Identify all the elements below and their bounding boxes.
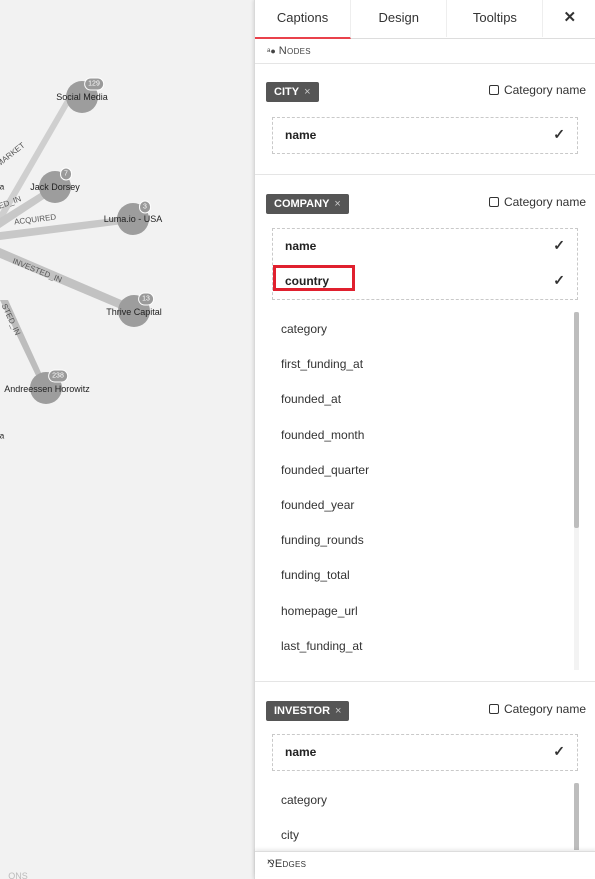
category-badge-label: INVESTOR <box>274 705 331 717</box>
node-badge: 129 <box>84 77 104 91</box>
selected-properties-box[interactable]: name ✓ country ✓ <box>272 228 578 300</box>
property-label: name <box>285 745 317 759</box>
node-label: Social Media <box>56 92 108 102</box>
scrollbar[interactable] <box>574 312 579 670</box>
category-city: CITY × Category name name ✓ <box>255 63 595 175</box>
graph-canvas[interactable]: 129 Social Media 7 Jack Dorsey 3 Luma.io… <box>0 0 255 879</box>
selected-properties-box[interactable]: name ✓ <box>272 734 578 771</box>
scrollbar[interactable] <box>574 783 579 850</box>
scrollbar-thumb[interactable] <box>574 783 579 850</box>
selected-property[interactable]: name ✓ <box>273 735 577 770</box>
edges-section-header[interactable]: ⅋Edges <box>255 851 595 876</box>
node-badge: 7 <box>60 167 72 181</box>
category-name-label: Category name <box>503 702 586 716</box>
node-label: Jack Dorsey <box>30 182 80 192</box>
category-badge-city: CITY × <box>266 82 319 102</box>
property-label: country <box>285 274 330 288</box>
category-name-toggle[interactable]: Category name <box>488 83 586 97</box>
remove-icon[interactable]: × <box>304 86 310 98</box>
property-option[interactable]: category <box>272 312 576 347</box>
node-label-partial: a <box>0 431 5 441</box>
edges-icon: ⅋ <box>267 859 275 870</box>
selected-property[interactable]: name ✓ <box>273 118 577 153</box>
property-option[interactable]: founded_year <box>272 488 576 523</box>
property-option[interactable]: last_funding_at <box>272 629 576 664</box>
selected-property[interactable]: name ✓ <box>273 229 577 264</box>
node-label: Andreessen Horowitz <box>4 384 90 394</box>
checkbox-icon[interactable] <box>488 704 499 714</box>
edges-header-label: Edges <box>274 858 307 870</box>
panel-tabs: Captions Design Tooltips ✕ <box>255 0 595 39</box>
category-badge-label: COMPANY <box>274 198 330 210</box>
tab-design[interactable]: Design <box>351 0 448 37</box>
tab-captions[interactable]: Captions <box>255 0 352 39</box>
nodes-header-label: Nodes <box>278 45 311 57</box>
edges-header-row: ⅋Edges <box>255 852 595 877</box>
close-icon[interactable]: ✕ <box>543 0 595 38</box>
check-icon: ✓ <box>553 237 565 253</box>
category-name-label: Category name <box>503 83 586 97</box>
property-option[interactable]: city <box>272 818 576 850</box>
captions-panel: Captions Design Tooltips ✕ ᵃ● Nodes CITY ×… <box>254 0 595 879</box>
category-badge-label: CITY <box>274 86 300 98</box>
category-company: COMPANY × Category name name ✓ country ✓ … <box>255 175 595 681</box>
category-badge-investor: INVESTOR × <box>266 701 350 721</box>
check-icon: ✓ <box>553 272 565 288</box>
node-badge: 238 <box>48 369 68 383</box>
node-label: Thrive Capital <box>106 307 162 317</box>
checkbox-icon[interactable] <box>488 85 499 95</box>
property-label: name <box>285 239 317 253</box>
node-badge: 13 <box>138 292 154 306</box>
property-option[interactable]: category <box>272 783 576 818</box>
category-name-toggle[interactable]: Category name <box>488 195 586 209</box>
category-investor: INVESTOR × Category name name ✓ category … <box>255 682 595 850</box>
node-badge: 3 <box>139 200 151 214</box>
property-option[interactable]: funding_rounds <box>272 523 576 558</box>
tab-tooltips[interactable]: Tooltips <box>447 0 544 37</box>
nodes-icon: ᵃ● <box>267 46 276 56</box>
property-option[interactable]: first_funding_at <box>272 347 576 382</box>
selected-properties-box[interactable]: name ✓ <box>272 117 578 154</box>
check-icon: ✓ <box>553 126 565 142</box>
property-option[interactable]: founded_month <box>272 418 576 453</box>
category-name-label: Category name <box>503 195 586 209</box>
property-option[interactable]: homepage_url <box>272 594 576 629</box>
property-option[interactable]: founded_quarter <box>272 453 576 488</box>
available-properties-list[interactable]: category first_funding_at founded_at fou… <box>272 312 576 668</box>
nodes-section-header[interactable]: ᵃ● Nodes <box>255 39 595 64</box>
remove-icon[interactable]: × <box>335 705 341 717</box>
remove-icon[interactable]: × <box>334 198 340 210</box>
category-badge-company: COMPANY × <box>266 194 349 214</box>
node-label-partial: a <box>0 182 5 192</box>
selected-property[interactable]: country ✓ <box>273 264 577 299</box>
scrollbar-thumb[interactable] <box>574 312 579 528</box>
category-name-toggle[interactable]: Category name <box>488 702 586 716</box>
property-label: name <box>285 128 317 142</box>
node-label-partial: ONS <box>8 871 28 879</box>
property-option[interactable]: funding_total <box>272 558 576 593</box>
graph-edges-svg <box>0 81 150 404</box>
property-option[interactable]: founded_at <box>272 382 576 417</box>
node-label: Luma.io - USA <box>103 214 163 224</box>
check-icon: ✓ <box>553 743 565 759</box>
checkbox-icon[interactable] <box>488 197 499 207</box>
available-properties-list[interactable]: category city <box>272 783 576 850</box>
